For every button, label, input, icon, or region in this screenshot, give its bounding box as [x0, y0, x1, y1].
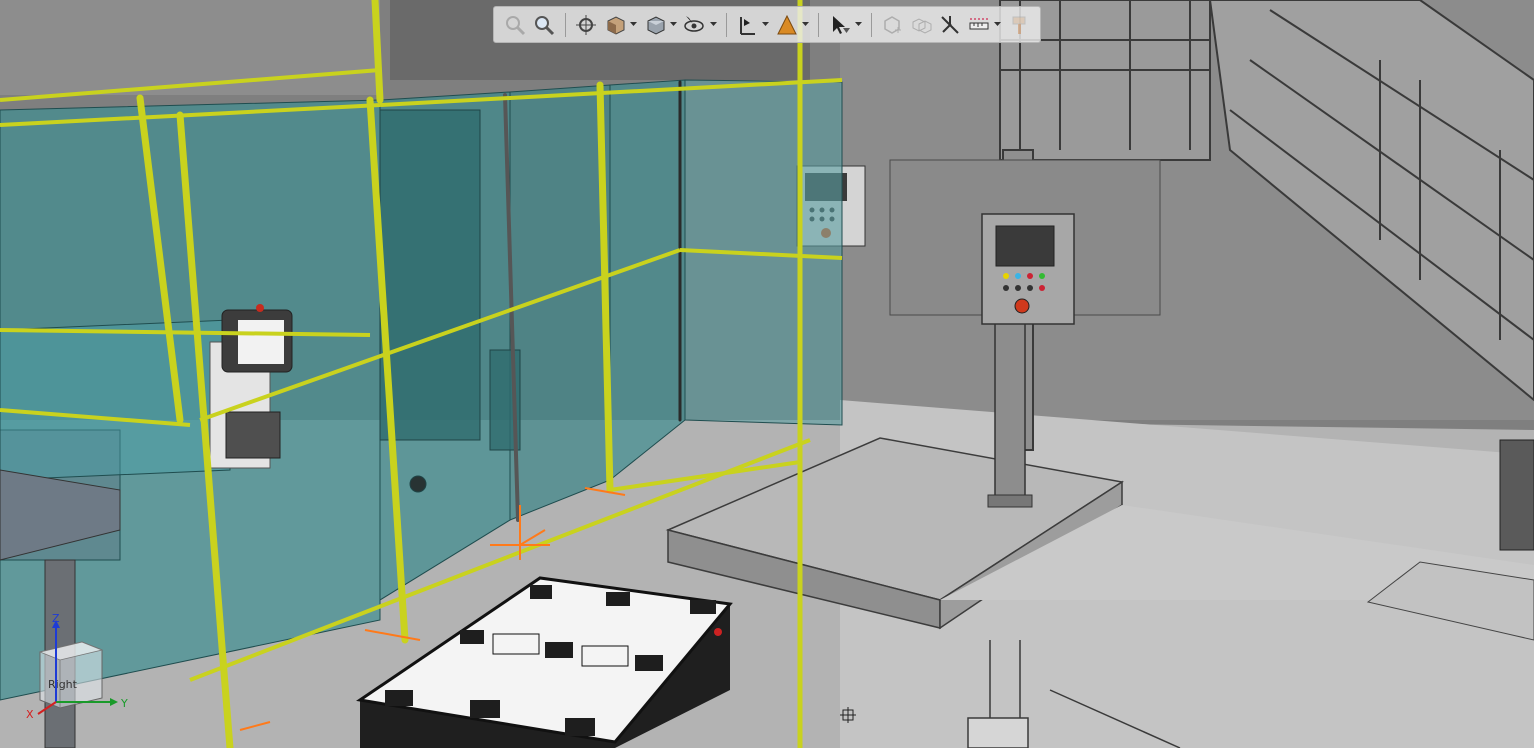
toolbar-separator [564, 12, 566, 37]
selection-filter-icon [832, 15, 850, 34]
zoom-area-button[interactable] [531, 11, 558, 39]
display-style-button[interactable] [641, 11, 668, 39]
assembly-button[interactable] [908, 11, 935, 39]
chevron-down-icon [709, 22, 717, 26]
control-panel-screen [995, 225, 1055, 267]
measure-icon [969, 18, 989, 29]
hide-show-dropdown[interactable] [709, 11, 717, 39]
view-orientation-dropdown[interactable] [630, 11, 638, 39]
measure-dropdown[interactable] [994, 11, 1002, 39]
view-cube-face-label: Right [48, 678, 78, 691]
view-toolbar [493, 6, 1041, 43]
measure-button[interactable] [965, 11, 992, 39]
left-wall-section [0, 0, 380, 95]
triad-x-label: X [26, 708, 34, 721]
viewport-3d[interactable] [0, 0, 1534, 748]
view-center-button[interactable] [573, 11, 600, 39]
zoom-area-icon [535, 15, 555, 35]
section-view-icon [740, 16, 756, 35]
mate-button[interactable] [937, 11, 964, 39]
chevron-down-icon [762, 22, 770, 26]
assembly-icon [912, 17, 932, 34]
triad-z-label: Z [52, 612, 60, 625]
view-orientation-button[interactable] [601, 11, 628, 39]
view-center-icon [575, 14, 596, 35]
insert-component-icon [884, 15, 902, 34]
zoom-fit-icon [506, 15, 526, 35]
emergency-stop-icon [1014, 298, 1030, 314]
selection-filter-dropdown[interactable] [855, 11, 863, 39]
chevron-down-icon [994, 22, 1002, 26]
chevron-down-icon [669, 22, 677, 26]
hide-show-button[interactable] [681, 11, 708, 39]
triad-y-label: Y [120, 697, 128, 710]
mate-icon [941, 15, 959, 34]
section-view-button[interactable] [734, 11, 761, 39]
toolbar-separator [818, 12, 820, 37]
chevron-down-icon [630, 22, 638, 26]
move-cursor-icon [840, 707, 856, 723]
appearance-dropdown[interactable] [802, 11, 810, 39]
chevron-down-icon [855, 22, 863, 26]
section-view-dropdown[interactable] [762, 11, 770, 39]
appearance-icon [777, 14, 797, 34]
display-style-icon [647, 15, 665, 35]
zoom-fit-button[interactable] [502, 11, 529, 39]
hide-show-icon [684, 15, 705, 32]
chevron-down-icon [802, 22, 810, 26]
toolbar-separator [725, 12, 727, 37]
insert-component-button[interactable] [879, 11, 906, 39]
view-orientation-icon [607, 15, 625, 35]
toolbar-separator [871, 12, 872, 37]
paint-button[interactable] [1005, 11, 1032, 39]
display-style-dropdown[interactable] [669, 11, 677, 39]
view-orientation-widget[interactable]: Right Z Y X [22, 612, 132, 722]
view-cube[interactable]: Right [38, 641, 104, 709]
paint-icon [1012, 16, 1026, 34]
selection-filter-button[interactable] [826, 11, 853, 39]
appearance-button[interactable] [773, 11, 800, 39]
right-machine [1499, 439, 1534, 551]
